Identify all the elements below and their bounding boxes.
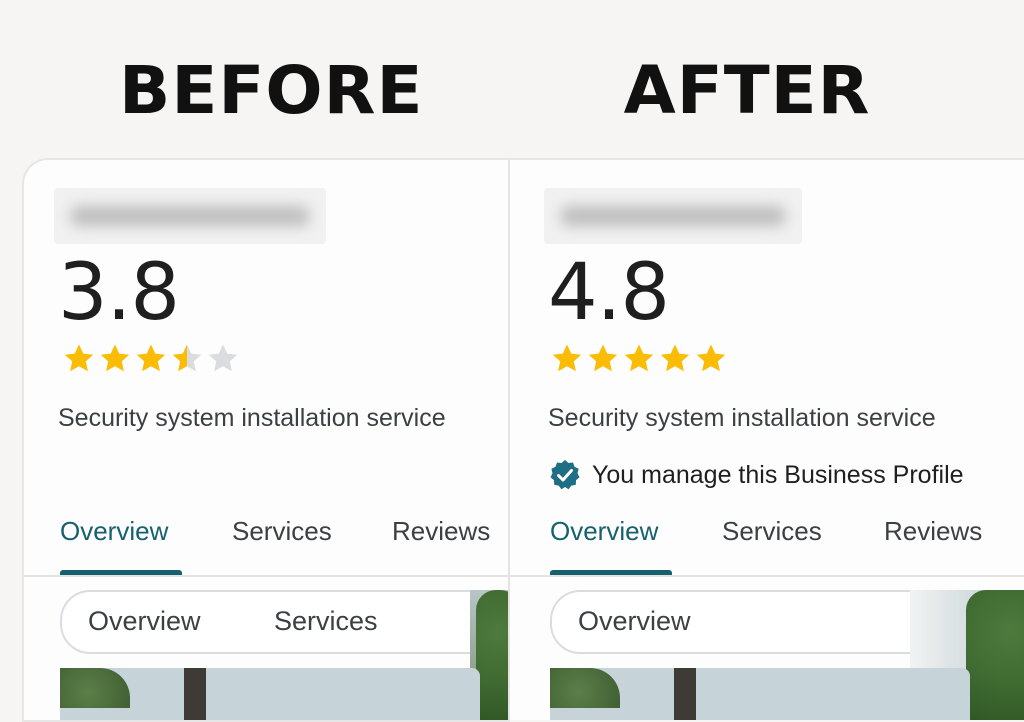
rating-value: 4.8 <box>548 248 670 338</box>
before-business-panel: 3.8 Security system installation service… <box>22 158 510 722</box>
star-icon <box>134 342 168 376</box>
business-category: Security system installation service <box>58 404 446 432</box>
star-icon <box>206 342 240 376</box>
blurred-business-name <box>544 188 802 244</box>
managed-profile-text: You manage this Business Profile <box>592 460 964 489</box>
after-heading: AFTER <box>623 52 871 129</box>
chip-overview[interactable]: Overview <box>578 606 691 637</box>
star-icon <box>622 342 656 376</box>
chip-overview[interactable]: Overview <box>88 606 201 637</box>
business-photo-strip[interactable] <box>60 668 480 720</box>
rating-value: 3.8 <box>58 248 180 338</box>
tab-divider <box>24 575 510 577</box>
star-icon <box>170 342 204 376</box>
tab-divider <box>510 575 1024 577</box>
rating-stars <box>62 342 240 376</box>
verified-check-icon <box>550 460 580 490</box>
rating-stars <box>550 342 728 376</box>
tab-overview[interactable]: Overview <box>60 516 168 547</box>
star-icon <box>658 342 692 376</box>
chip-bar: Overview <box>550 590 972 654</box>
tab-reviews[interactable]: Reviews <box>392 516 490 547</box>
tab-overview[interactable]: Overview <box>550 516 658 547</box>
tab-services[interactable]: Services <box>232 516 332 547</box>
star-icon <box>550 342 584 376</box>
business-category: Security system installation service <box>548 404 936 432</box>
chip-bar: Overview Services <box>60 590 482 654</box>
star-icon <box>98 342 132 376</box>
business-photo-strip[interactable] <box>550 668 970 720</box>
star-icon <box>62 342 96 376</box>
tab-reviews[interactable]: Reviews <box>884 516 982 547</box>
before-heading: BEFORE <box>119 52 424 129</box>
after-business-panel: 4.8 Security system installation service… <box>508 158 1024 720</box>
managed-profile-notice: You manage this Business Profile <box>548 458 964 492</box>
blurred-business-name <box>54 188 326 244</box>
chip-services[interactable]: Services <box>274 606 378 637</box>
star-icon <box>694 342 728 376</box>
star-icon <box>586 342 620 376</box>
tab-services[interactable]: Services <box>722 516 822 547</box>
